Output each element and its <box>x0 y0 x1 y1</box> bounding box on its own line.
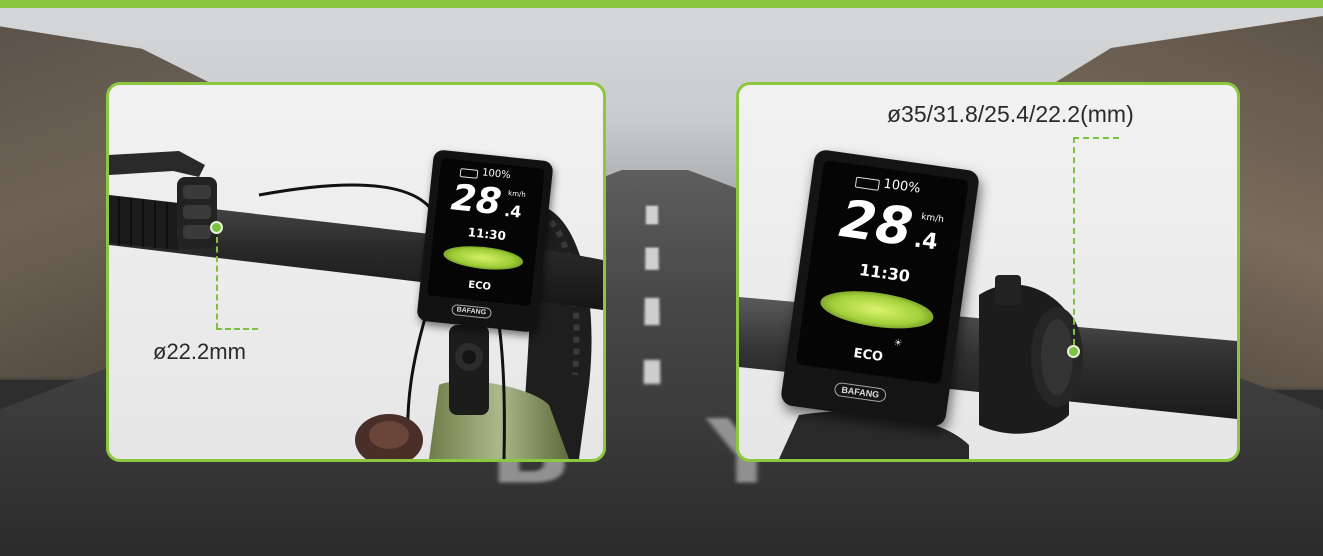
battery-icon <box>854 176 881 191</box>
left-speed-decimal: .4 <box>503 200 523 222</box>
right-clamp-marker <box>1067 345 1080 358</box>
left-mode: ECO <box>467 279 492 293</box>
right-product-panel: 100% 28 .4 km/h 11:30 ☀ ECO BAFANG ø35/3… <box>736 82 1240 462</box>
right-leader-horizontal <box>1073 137 1119 139</box>
right-speed-decimal: .4 <box>912 227 940 256</box>
left-battery-text: 100% <box>481 167 512 182</box>
right-mode: ECO <box>852 346 884 365</box>
left-diameter-label: ø22.2mm <box>153 339 246 364</box>
left-brand-badge: BAFANG <box>451 303 492 319</box>
left-speed-unit: km/h <box>507 189 527 199</box>
left-leader-horizontal <box>216 328 258 330</box>
left-speed-main: 28 <box>449 177 504 224</box>
top-accent-bar <box>0 0 1323 8</box>
left-clamp-marker <box>210 221 223 234</box>
right-speed-unit: km/h <box>920 212 945 226</box>
left-assist-gauge <box>442 242 525 274</box>
battery-icon <box>459 168 479 179</box>
right-display-screen: 100% 28 .4 km/h 11:30 ☀ ECO <box>795 159 969 385</box>
left-leader-vertical <box>216 237 218 329</box>
left-product-panel: 100% 28 .4 km/h 11:30 ECO BAFANG ø22.2mm <box>106 82 606 462</box>
right-assist-gauge <box>818 285 936 335</box>
right-battery-text: 100% <box>882 176 922 197</box>
left-display-unit: 100% 28 .4 km/h 11:30 ECO BAFANG <box>416 149 554 333</box>
right-leader-vertical <box>1073 137 1075 345</box>
headlight-icon: ☀ <box>892 337 904 350</box>
right-time: 11:30 <box>858 260 912 286</box>
road-centerline <box>643 205 661 384</box>
right-diameter-label: ø35/31.8/25.4/22.2(mm) <box>887 101 1134 127</box>
right-brand-badge: BAFANG <box>833 381 888 403</box>
right-speed-main: 28 <box>836 189 917 259</box>
right-display-unit: 100% 28 .4 km/h 11:30 ☀ ECO BAFANG <box>779 148 981 428</box>
left-time: 11:30 <box>467 225 507 244</box>
left-display-screen: 100% 28 .4 km/h 11:30 ECO <box>427 157 545 307</box>
